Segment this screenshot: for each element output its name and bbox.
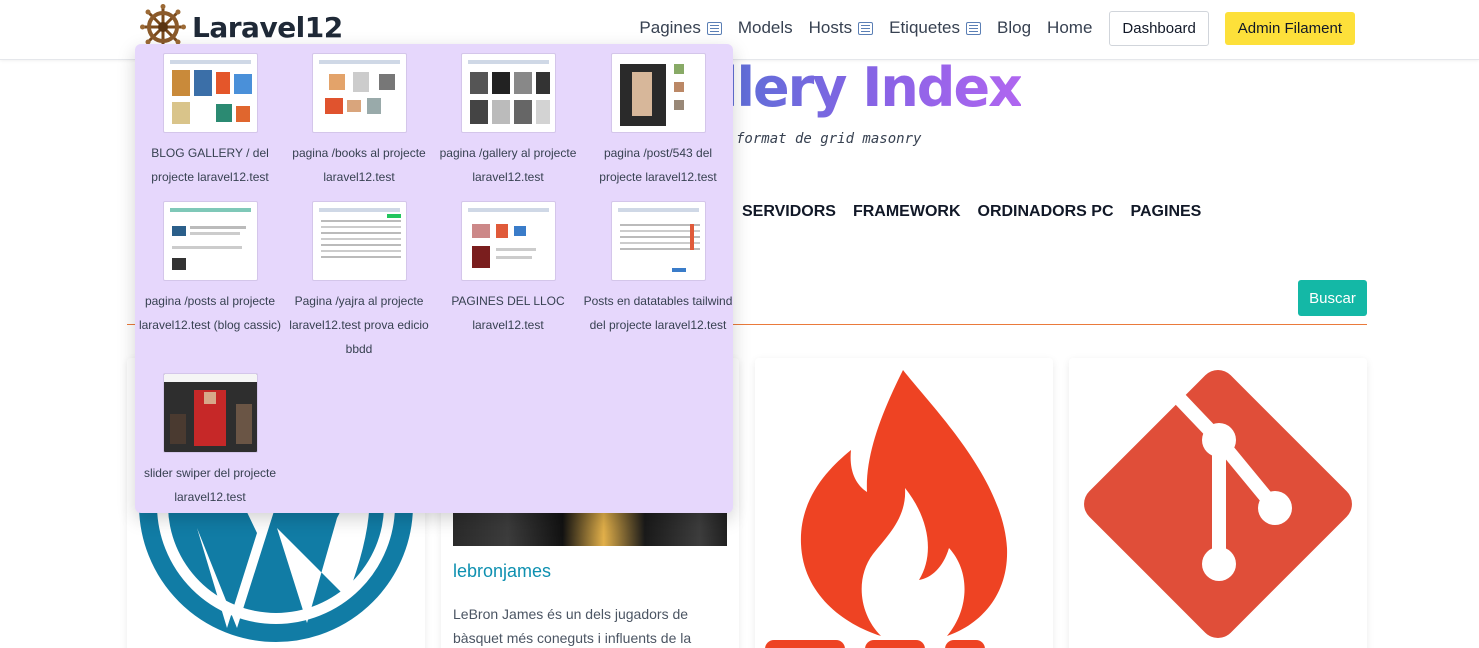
page-thumbnail [162, 201, 258, 281]
dropdown-item-label: pagina /gallery al projecte laravel12.te… [439, 146, 577, 184]
dropdown-item[interactable]: PAGINES DEL LLOC laravel12.test [433, 201, 583, 337]
admin-filament-button[interactable]: Admin Filament [1224, 11, 1355, 45]
category-framework[interactable]: FRAMEWORK [853, 203, 961, 221]
page-thumbnail [460, 201, 556, 281]
nav-home[interactable]: Home [1047, 18, 1092, 38]
page-subtitle: format de grid masonry [736, 131, 922, 147]
gallery-card[interactable] [1069, 358, 1367, 648]
category-servidors[interactable]: SERVIDORS [742, 203, 836, 221]
list-icon [966, 21, 982, 35]
page-thumbnail [610, 201, 706, 281]
page-thumbnail [610, 53, 706, 133]
dropdown-item[interactable]: BLOG GALLERY / del projecte laravel12.te… [135, 53, 285, 189]
page-title: llery Index [720, 56, 1023, 119]
main-nav: Pagines Models Hosts Etiquetes Blog Home… [639, 10, 1355, 46]
dropdown-item[interactable]: Pagina /yajra al projecte laravel12.test… [284, 201, 434, 361]
dropdown-item-label: pagina /books al projecte laravel12.test [292, 146, 426, 184]
git-logo-icon [1084, 370, 1352, 638]
dropdown-item[interactable]: pagina /posts al projecte laravel12.test… [135, 201, 285, 337]
dropdown-item[interactable]: slider swiper del projecte laravel12.tes… [135, 373, 285, 509]
dropdown-item[interactable]: pagina /gallery al projecte laravel12.te… [433, 53, 583, 189]
page-thumbnail [311, 201, 407, 281]
list-icon [858, 21, 874, 35]
brand-name: Laravel12 [192, 10, 343, 44]
dropdown-item-label: Pagina /yajra al projecte laravel12.test… [289, 294, 429, 356]
category-pagines[interactable]: PAGINES [1131, 203, 1202, 221]
gallery-card[interactable] [755, 358, 1053, 648]
nav-pagines[interactable]: Pagines [639, 18, 722, 38]
nav-pagines-label: Pagines [639, 18, 701, 37]
nav-blog[interactable]: Blog [997, 18, 1031, 38]
page-thumbnail [162, 373, 258, 453]
nav-hosts-label: Hosts [808, 18, 853, 37]
codeigniter-logo-icon [765, 370, 1008, 648]
pagines-dropdown-menu: BLOG GALLERY / del projecte laravel12.te… [135, 44, 733, 513]
dropdown-item-label: Posts en datatables tailwind del project… [583, 294, 733, 332]
nav-hosts[interactable]: Hosts [808, 18, 874, 38]
card-title[interactable]: lebronjames [453, 561, 551, 582]
category-filters: SERVIDORS FRAMEWORK ORDINADORS PC PAGINE… [742, 203, 1218, 221]
category-ordinadors-pc[interactable]: ORDINADORS PC [978, 203, 1114, 221]
nav-etiquetes[interactable]: Etiquetes [889, 18, 982, 38]
dropdown-item-label: PAGINES DEL LLOC laravel12.test [451, 294, 565, 332]
nav-models[interactable]: Models [738, 18, 793, 38]
card-excerpt: LeBron James és un dels jugadors de bàsq… [453, 606, 692, 646]
dropdown-item-label: pagina /post/543 del projecte laravel12.… [599, 146, 717, 184]
page-thumbnail [311, 53, 407, 133]
dropdown-item[interactable]: pagina /post/543 del projecte laravel12.… [583, 53, 733, 189]
dropdown-item[interactable]: pagina /books al projecte laravel12.test [284, 53, 434, 189]
dropdown-item-label: slider swiper del projecte laravel12.tes… [143, 466, 277, 504]
dropdown-item-label: BLOG GALLERY / del projecte laravel12.te… [151, 146, 269, 184]
nav-etiquetes-label: Etiquetes [889, 18, 961, 37]
page-thumbnail [460, 53, 556, 133]
dashboard-button[interactable]: Dashboard [1109, 10, 1209, 46]
search-button[interactable]: Buscar [1298, 280, 1367, 316]
dropdown-item-label: pagina /posts al projecte laravel12.test… [138, 294, 282, 332]
page-thumbnail [162, 53, 258, 133]
list-icon [706, 21, 722, 35]
dropdown-item[interactable]: Posts en datatables tailwind del project… [583, 201, 733, 337]
